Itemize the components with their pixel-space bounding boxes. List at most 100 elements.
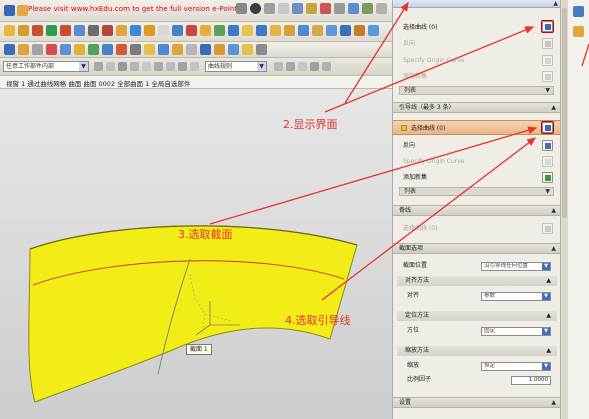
cross-reverse-row[interactable]: 反向 [393,138,561,153]
select-curve-icon[interactable] [541,121,554,134]
intersect-icon[interactable] [200,25,211,36]
line-icon[interactable] [4,44,15,55]
reverse-direction-icon[interactable] [542,140,553,151]
app-icon[interactable] [4,5,15,16]
swept-icon[interactable] [298,25,309,36]
curve-length-icon[interactable] [228,44,239,55]
edit-curve-icon[interactable] [214,44,225,55]
measure-icon[interactable] [320,3,331,14]
alignment-select[interactable]: 参数 ▼ [481,292,551,301]
settings-section-header[interactable]: 设置 ▲ [393,397,561,408]
section-icon[interactable] [312,25,323,36]
pick-icon[interactable] [106,62,115,71]
offset-curve-icon[interactable] [74,44,85,55]
offset-icon[interactable] [214,25,225,36]
thicken-icon[interactable] [228,25,239,36]
text-curve-icon[interactable] [172,44,183,55]
scrollbar-thumb[interactable] [562,8,567,218]
spline-icon[interactable] [32,44,43,55]
isoparam-icon[interactable] [144,44,155,55]
snap-pole-icon[interactable] [190,62,199,71]
cross-curves-section-header[interactable]: 引导线（最多 3 条） ▲ [393,102,561,113]
display-icon[interactable] [292,3,303,14]
combine-icon[interactable] [102,44,113,55]
add-new-set-icon[interactable] [542,71,553,82]
trim-icon[interactable] [130,25,141,36]
wcs-icon[interactable] [306,3,317,14]
assembly-navigator-icon[interactable] [573,6,584,17]
section-options-header[interactable]: 截面选项 ▲ [393,243,561,254]
snap-icon[interactable] [348,3,359,14]
intersect-curve-icon[interactable] [130,44,141,55]
project-icon[interactable] [88,44,99,55]
through-mesh-icon[interactable] [284,25,295,36]
ruled-icon[interactable] [256,25,267,36]
scaling-select[interactable]: 恒定 ▼ [481,362,551,371]
extension-icon[interactable] [354,25,365,36]
select-curve-icon[interactable] [541,20,554,33]
type-filter-select[interactable]: 任意工作部件内部 [3,61,89,72]
through-curves-icon[interactable] [270,25,281,36]
snap-tangent-icon[interactable] [178,62,187,71]
primary-reverse-row[interactable]: 反向 [393,36,561,51]
view-orient-icon[interactable] [264,3,275,14]
scaling-subsection[interactable]: 缩放方法 ▲ [397,346,557,356]
follow-fillet-icon[interactable] [286,62,295,71]
primary-origin-row[interactable]: Specify Origin Curve [393,53,561,68]
extract-icon[interactable] [158,44,169,55]
layer-icon[interactable] [278,3,289,14]
move-icon[interactable] [256,44,267,55]
select-icon[interactable] [362,3,373,14]
blend-icon[interactable] [88,25,99,36]
spine-section-header[interactable]: 脊线 ▲ [393,205,561,216]
curve-rule-select[interactable]: 曲线规则 [205,61,267,72]
bridge-curve-icon[interactable] [116,44,127,55]
chain-icon[interactable] [298,62,307,71]
point-icon[interactable] [46,44,57,55]
extrude-icon[interactable] [18,25,29,36]
section-position-select[interactable]: 沿引导线任何位置 ▼ [481,262,551,271]
collapse-icon[interactable]: ▲ [553,0,558,7]
render-mode-icon[interactable] [236,3,247,14]
origin-curve-icon[interactable] [542,156,553,167]
shell-icon[interactable] [116,25,127,36]
graphics-viewport[interactable]: 截面 1 [0,89,392,419]
helix-icon[interactable] [60,44,71,55]
scale-factor-input[interactable]: 1.0000 [511,376,551,385]
snap-point-icon[interactable] [166,62,175,71]
dialog-titlebar[interactable]: ▲ [393,0,561,8]
filter-icon[interactable] [94,62,103,71]
smooth-icon[interactable] [242,44,253,55]
open-icon[interactable] [17,5,28,16]
stop-at-intersection-icon[interactable] [274,62,283,71]
orientation-select[interactable]: 固定 ▼ [481,327,551,336]
snap-quad-icon[interactable] [154,62,163,71]
nsided-icon[interactable] [326,25,337,36]
cross-list-toggle[interactable]: 列表 ▼ [399,187,554,196]
feature-curve-icon[interactable] [310,62,319,71]
reverse-direction-icon[interactable] [542,38,553,49]
trim-curve-icon[interactable] [200,44,211,55]
primary-add-set-row[interactable]: 添加新集 [393,69,561,84]
boss-icon[interactable] [60,25,71,36]
pocket-icon[interactable] [74,25,85,36]
arc-icon[interactable] [18,44,29,55]
snap-center-icon[interactable] [142,62,151,71]
alignment-subsection[interactable]: 对齐方法 ▲ [397,276,557,286]
primary-select-curve-row[interactable]: 选择曲线 (0) [393,20,561,35]
sketch-icon[interactable] [4,25,15,36]
mirror-icon[interactable] [144,25,155,36]
pattern-icon[interactable] [158,25,169,36]
chamfer-icon[interactable] [102,25,113,36]
reset-icon[interactable] [322,62,331,71]
cross-select-curve-row[interactable]: 选择曲线 (0) [393,120,561,135]
unite-icon[interactable] [172,25,183,36]
bridge-icon[interactable] [340,25,351,36]
add-new-set-icon[interactable] [542,172,553,183]
select-curve-icon[interactable] [542,223,553,234]
analysis-icon[interactable] [334,3,345,14]
snap-mid-icon[interactable] [130,62,139,71]
divide-icon[interactable] [186,44,197,55]
orientation-subsection[interactable]: 定位方法 ▲ [397,311,557,321]
dialog-scrollbar[interactable] [560,0,568,419]
